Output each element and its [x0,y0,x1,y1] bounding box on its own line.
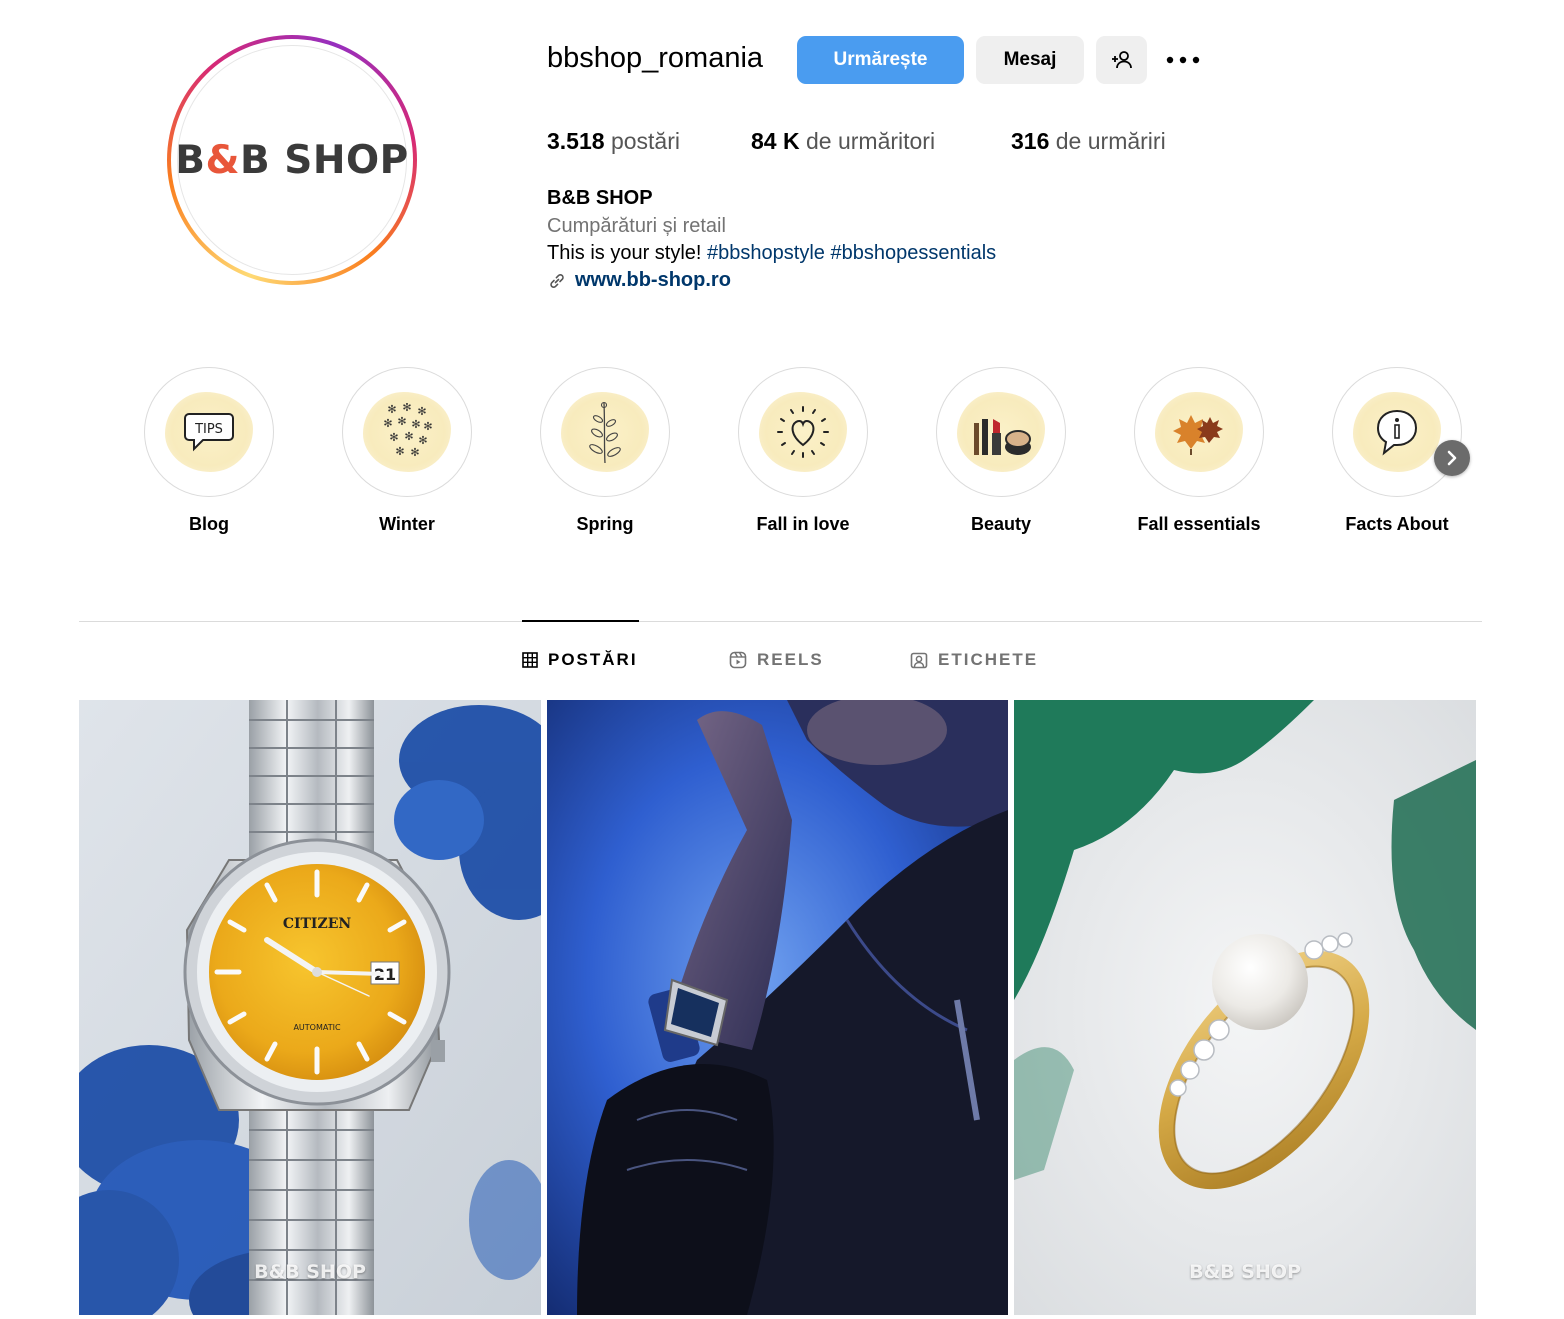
tips-bubble-icon: TIPS [184,413,234,452]
tab-reels-label: REELS [757,650,824,669]
posts-label: postări [610,128,680,154]
reels-icon [729,651,747,669]
svg-text:✻: ✻ [395,445,404,458]
tab-posts[interactable]: POSTĂRI [522,650,638,670]
post-thumbnail[interactable]: B&B SHOP [1014,700,1476,1315]
autumn-leaves-icon [1173,415,1223,455]
followers-label: de urmăritori [805,128,936,154]
posts-count: 3.518 [547,128,605,154]
following-count: 316 [1011,128,1050,154]
more-options-button[interactable] [1160,40,1206,80]
info-bubble-icon [1376,409,1418,456]
avatar-logo: B&B SHOP [175,137,409,183]
post-image-pearl-ring [1014,700,1476,1315]
highlight-label: Fall essentials [1137,514,1261,534]
tab-tagged-label: ETICHETE [938,650,1039,669]
dial-sub: AUTOMATIC [293,1023,341,1032]
bio-category: Cumpărături și retail [547,215,726,237]
highlight-blob [1353,392,1441,472]
highlight-cover [936,367,1066,497]
follow-button[interactable]: Urmărește [797,36,964,84]
message-button[interactable]: Mesaj [976,36,1084,84]
more-horizontal-icon [1166,56,1200,64]
svg-text:✻: ✻ [423,420,432,433]
bio-text-plain: This is your style! [547,242,708,264]
post-watermark: B&B SHOP [1189,1261,1301,1283]
suggest-users-button[interactable] [1096,36,1147,84]
svg-text:✻: ✻ [397,415,406,428]
svg-text:TIPS: TIPS [194,422,223,437]
makeup-icon [974,419,1031,455]
heart-icon [777,406,829,458]
highlight-label: Spring [576,514,634,534]
flower-sprig-icon [589,401,621,464]
svg-text:✻: ✻ [389,431,398,444]
post-image-wrist-watch [547,700,1008,1315]
highlight-blob [1155,392,1243,472]
profile-avatar-ring[interactable]: B&B SHOP [167,35,417,285]
highlight-blob: TIPS [165,392,253,472]
following-label: de urmăriri [1055,128,1166,154]
tab-reels[interactable]: REELS [729,650,824,670]
website-url: www.bb-shop.ro [575,269,731,291]
profile-username: bbshop_romania [547,42,764,74]
bio-name: B&B SHOP [547,187,653,209]
link-icon [550,273,564,288]
highlight-cover [738,367,868,497]
svg-text:✻: ✻ [410,446,419,459]
post-watermark: B&B SHOP [254,1261,366,1283]
tagged-user-icon [910,652,928,669]
stat-following[interactable]: 316 de urmăriri [1011,128,1166,155]
tab-posts-label: POSTĂRI [548,650,638,669]
post-thumbnail[interactable]: 21 CITIZEN AUTOMATIC B&B SHOP [79,700,541,1315]
svg-text:✻: ✻ [404,430,413,443]
highlight-cover [1332,367,1462,497]
svg-text:✻: ✻ [417,405,426,418]
highlight-blob [759,392,847,472]
highlight-label: Facts About [1345,514,1449,534]
highlight-label: Blog [189,514,229,534]
highlights-next-button[interactable] [1434,440,1470,476]
chevron-right-icon [1447,450,1457,466]
highlight-blob: ✻ ✻ ✻ ✻ ✻ ✻ ✻ ✻ ✻ ✻ ✻ ✻ [363,392,451,472]
highlight-cover: TIPS [144,367,274,497]
svg-text:✻: ✻ [418,434,427,447]
bio-text: This is your style! #bbshopstyle #bbshop… [547,242,996,265]
highlight-label: Winter [379,514,435,534]
highlight-cover [1134,367,1264,497]
svg-text:✻: ✻ [387,403,396,416]
hashtag-link[interactable]: #bbshopessentials [830,242,996,264]
highlight-blob [561,392,649,472]
grid-icon [522,652,538,668]
dial-brand: CITIZEN [283,916,352,932]
highlight-label: Fall in love [756,514,850,534]
tab-tagged[interactable]: ETICHETE [910,650,1038,670]
snowflakes-icon: ✻ ✻ ✻ ✻ ✻ ✻ ✻ ✻ ✻ ✻ ✻ ✻ [383,403,432,459]
active-tab-indicator [522,620,639,622]
hashtag-link[interactable]: #bbshopstyle [707,242,825,264]
stat-posts: 3.518 postări [547,128,680,155]
stat-followers[interactable]: 84 K de urmăritori [751,128,935,155]
highlight-cover [540,367,670,497]
svg-text:✻: ✻ [402,403,411,414]
svg-text:✻: ✻ [383,417,392,430]
person-plus-icon [1111,51,1132,69]
post-thumbnail[interactable] [547,700,1008,1315]
followers-count: 84 K [751,128,800,154]
bio-website-link[interactable]: www.bb-shop.ro [547,269,731,292]
highlight-cover: ✻ ✻ ✻ ✻ ✻ ✻ ✻ ✻ ✻ ✻ ✻ ✻ [342,367,472,497]
highlight-blob [957,392,1045,472]
avatar[interactable]: B&B SHOP [175,45,409,275]
highlight-label: Beauty [970,514,1032,534]
tabs-divider [79,621,1482,622]
post-image-watch: 21 CITIZEN AUTOMATIC [79,700,541,1315]
